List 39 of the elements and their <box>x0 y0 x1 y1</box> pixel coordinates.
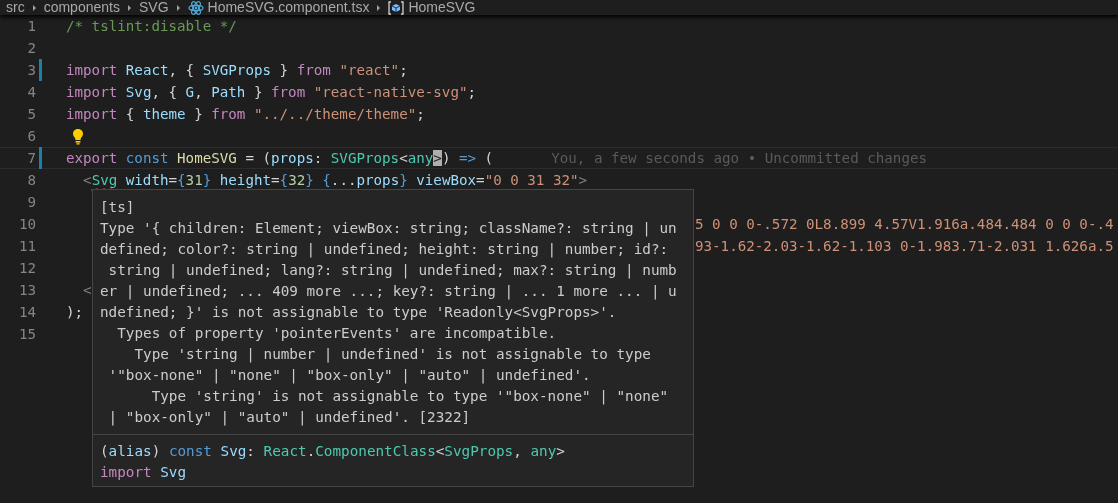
react-atom-icon <box>187 0 204 16</box>
code-line: < <box>82 281 92 300</box>
breadcrumb-item[interactable]: HomeSVG.component.tsx <box>207 0 370 15</box>
line-number: 10 <box>17 216 36 232</box>
line-number: 11 <box>17 238 36 254</box>
source-label: [ts] <box>99 198 136 217</box>
lightbulb-icon <box>72 127 84 145</box>
line-number: 12 <box>17 260 36 276</box>
line-number: 13 <box>17 282 36 298</box>
line-number: 4 <box>26 84 36 100</box>
breadcrumb-item[interactable]: components <box>43 0 120 15</box>
breadcrumb-item[interactable]: SVG <box>138 0 169 15</box>
line-number: 8 <box>26 172 36 188</box>
line-number: 14 <box>17 304 36 320</box>
breadcrumb-item[interactable]: HomeSVG <box>408 0 476 15</box>
line-number: 3 <box>26 62 36 78</box>
blame-annotation: You, a few seconds ago • Uncommitted changes <box>551 150 927 166</box>
chevron-right-icon <box>31 3 37 12</box>
chevron-right-icon <box>175 3 181 12</box>
line-number: 1 <box>26 18 36 34</box>
line-number: 15 <box>17 326 36 342</box>
chevron-right-icon <box>126 3 132 12</box>
line-number: 5 <box>26 106 36 122</box>
line-number: 6 <box>26 128 36 144</box>
line-number: 2 <box>26 40 36 56</box>
code-line: import Svg, { G, Path } from "react-native-svg"; <box>66 83 477 102</box>
chevron-right-icon <box>376 3 382 12</box>
code-line: 5 0 0 0-.572 0L8.899 4.57V1.916a.484.484 0 0 0-.4 <box>695 215 1114 234</box>
code-line: import { theme } from "../../theme/theme"; <box>66 105 425 124</box>
code-line: <Svg width={31} height={32} {...props} viewBox="0 0 31 32"> <box>82 171 588 190</box>
breadcrumb-item[interactable]: src <box>6 0 25 15</box>
code-line: /* tslint:disable */ <box>66 17 237 36</box>
code-line: ); <box>66 303 84 322</box>
type-signature: (alias) const Svg: React.ComponentClass<SvgProps, any> import Svg <box>99 442 566 482</box>
error-message: Type '{ children: Element; viewBox: string; className?: string | un defined; color?: string | undefined; height: string | number; id?: string | undefined; lang?: string | undefined; max?: string | numb er | undefined; ... 409 more ...; key?: string | ... 1 more ... | u ndefined; }' is not assignable to type 'Readonly<SvgProps>'. Types of property 'pointerEvents' are incompatible. Type 'string | number | undefined' is not assignable to type '"box-none" | "none" | "box-only" | "auto" | undefined'. Type 'string' is not assignable to type '"box-none" | "none" | "box-only" | "auto" | undefined'. [2322] <box>99 219 678 428</box>
code-line: import React, { SVGProps } from "react"; <box>66 61 408 80</box>
code-line: 93-1.62-2.03-1.62-1.103 0-1.983.71-2.031 1.626a.5 <box>695 237 1114 256</box>
line-number: 9 <box>26 194 36 210</box>
line-number: 7 <box>26 150 36 166</box>
